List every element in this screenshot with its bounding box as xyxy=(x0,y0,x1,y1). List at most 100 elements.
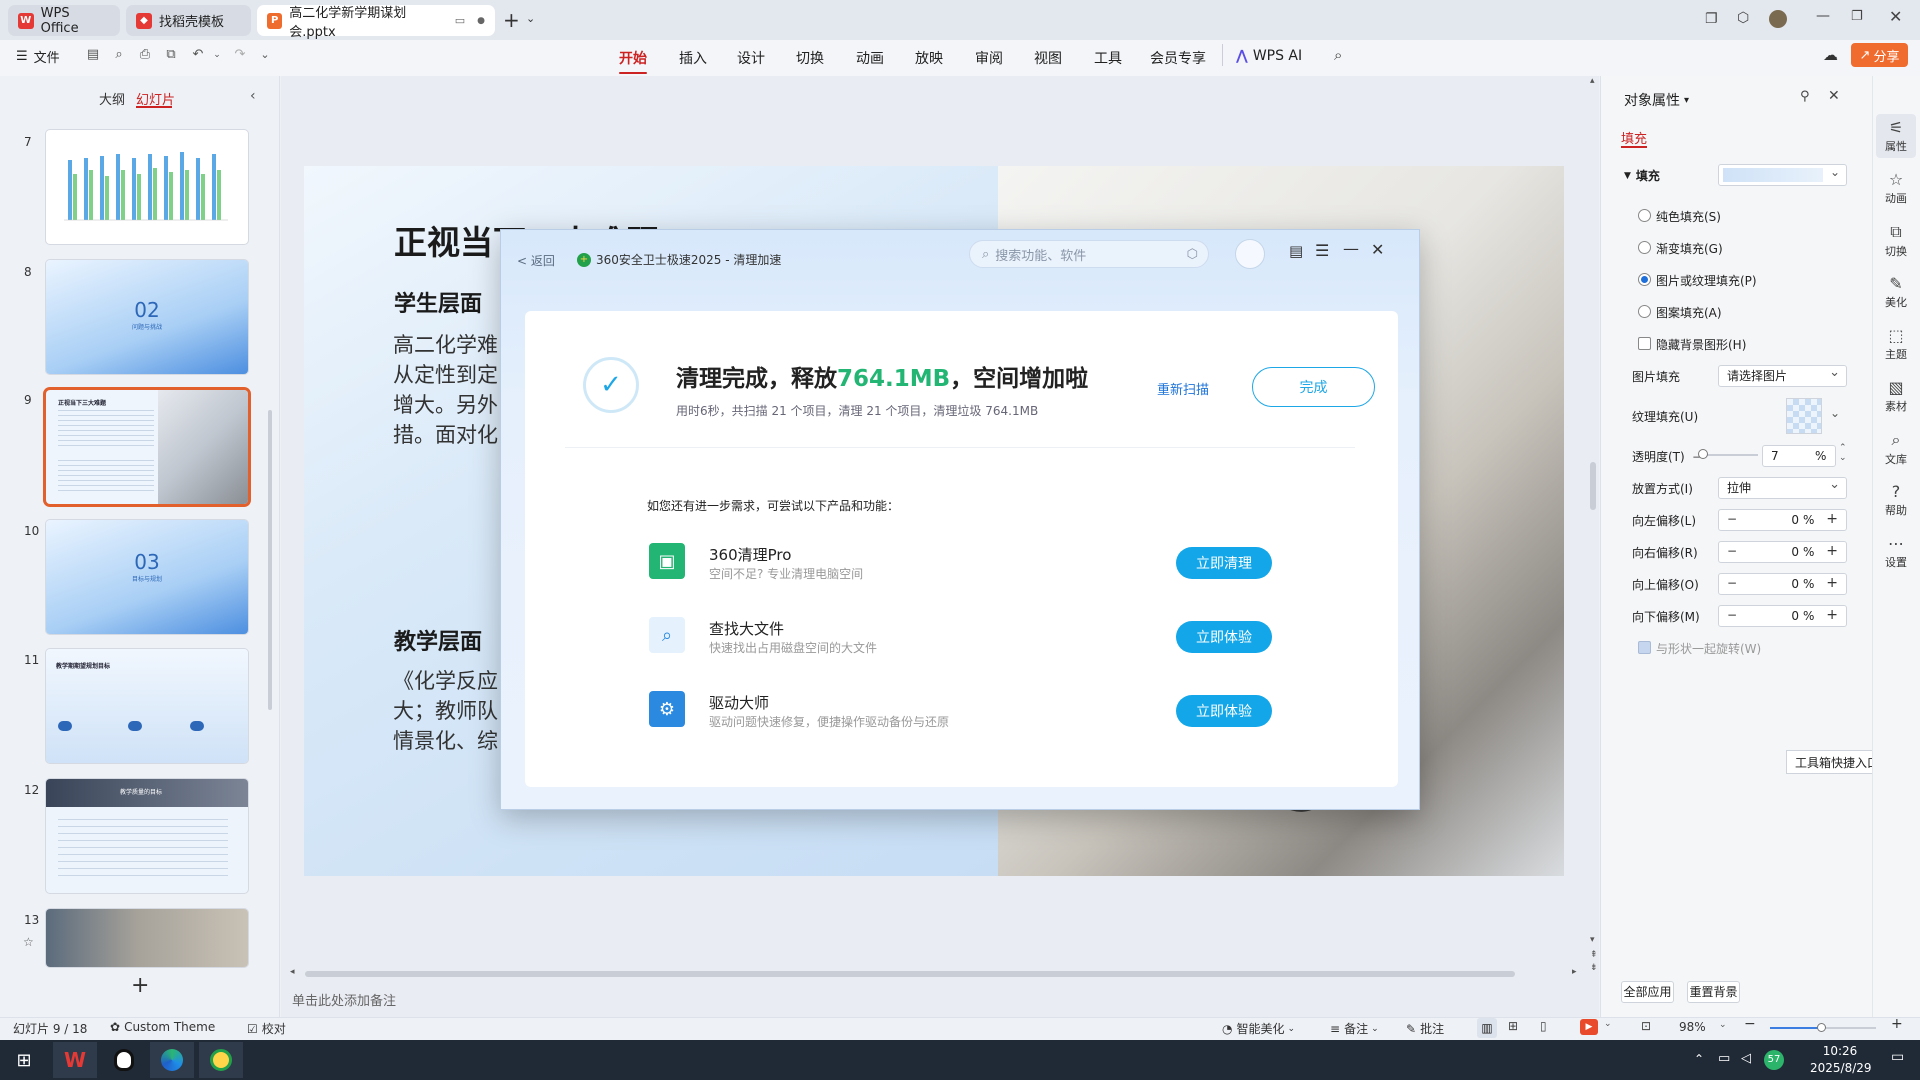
volume-icon[interactable]: ◁ xyxy=(1741,1051,1751,1066)
sidebar-item-settings[interactable]: ⋯ 设置 xyxy=(1872,534,1920,570)
scroll-up-icon[interactable]: ▴ xyxy=(1590,76,1595,86)
slide-heading-teaching[interactable]: 教学层面 xyxy=(394,624,482,656)
radio-solid-fill[interactable] xyxy=(1638,209,1651,222)
tray-expand-icon[interactable]: ⌃ xyxy=(1694,1052,1704,1066)
user-avatar[interactable] xyxy=(1769,10,1787,28)
zoom-out-icon[interactable]: − xyxy=(1744,1016,1756,1032)
smart-beautify-button[interactable]: ◔ 智能美化 ⌄ xyxy=(1222,1020,1295,1037)
cube-icon[interactable]: ⬡ xyxy=(1737,10,1749,26)
add-slide-icon[interactable]: + xyxy=(131,973,149,998)
tab-dropdown-icon[interactable]: ⌄ xyxy=(526,12,535,25)
tab-outline[interactable]: 大纲 xyxy=(99,89,125,108)
sidebar-item-help[interactable]: ? 帮助 xyxy=(1872,482,1920,518)
properties-title[interactable]: 对象属性 ▾ xyxy=(1624,90,1689,110)
search-icon[interactable]: ⌕ xyxy=(1334,46,1342,64)
slide-text-students[interactable]: 高二化学难 从定性到定 增大。另外 措。面对化 xyxy=(393,330,498,450)
menu-review[interactable]: 审阅 xyxy=(975,48,1003,68)
next-slide-icon[interactable]: ⇟ xyxy=(1590,963,1598,973)
close-panel-icon[interactable]: ✕ xyxy=(1828,88,1840,104)
collapse-panel-icon[interactable]: ‹ xyxy=(250,88,256,104)
hide-background-checkbox[interactable] xyxy=(1638,337,1651,350)
normal-view-icon[interactable]: ▥ xyxy=(1477,1018,1497,1038)
minus-icon[interactable]: − xyxy=(1727,544,1737,558)
clock[interactable]: 10:26 2025/8/29 xyxy=(1810,1043,1872,1077)
taskbar-wps-app[interactable]: W xyxy=(53,1042,97,1078)
done-button[interactable]: 完成 xyxy=(1252,367,1375,407)
radio-pattern-fill[interactable] xyxy=(1638,305,1651,318)
dialog-minimize-icon[interactable]: — xyxy=(1343,239,1359,258)
scroll-left-icon[interactable]: ◂ xyxy=(290,967,295,977)
vertical-scrollbar[interactable] xyxy=(1590,462,1596,510)
slide-sorter-icon[interactable]: ⊞ xyxy=(1508,1019,1518,1033)
scroll-right-icon[interactable]: ▸ xyxy=(1572,967,1577,977)
picture-fill-select[interactable]: 请选择图片 xyxy=(1718,363,1847,387)
tab-fill[interactable]: 填充 xyxy=(1621,128,1647,147)
taskbar-360-app[interactable] xyxy=(199,1042,243,1078)
plus-icon[interactable]: + xyxy=(1826,607,1838,623)
notes-button[interactable]: ≡ 备注 ⌄ xyxy=(1330,1020,1379,1037)
slide-heading-students[interactable]: 学生层面 xyxy=(394,286,482,318)
scroll-down-icon[interactable]: ▾ xyxy=(1590,935,1595,945)
search-box-cube-icon[interactable]: ⬡ xyxy=(1187,247,1198,262)
taskbar-edge-app[interactable] xyxy=(150,1042,194,1078)
offset-up-stepper[interactable]: − 0% + xyxy=(1718,573,1847,595)
radio-picture-fill[interactable] xyxy=(1638,273,1651,286)
notification-icon[interactable]: ▭ xyxy=(1891,1049,1904,1065)
minus-icon[interactable]: − xyxy=(1727,608,1737,622)
sidebar-item-properties[interactable]: ⚟ 属性 xyxy=(1872,118,1920,154)
tab-monitor-icon[interactable]: ▭ xyxy=(455,14,465,27)
slide-thumbnail-12[interactable]: 教学质量的目标 xyxy=(46,779,248,893)
dialog-menu-icon[interactable]: ☰ xyxy=(1315,241,1329,260)
reading-view-icon[interactable]: ▯ xyxy=(1540,1019,1547,1033)
menu-slideshow[interactable]: 放映 xyxy=(915,48,943,68)
offset-left-stepper[interactable]: − 0% + xyxy=(1718,509,1847,531)
apply-all-button[interactable]: 全部应用 xyxy=(1621,981,1674,1003)
slide-thumbnail-10[interactable]: 03 目标与规划 xyxy=(46,520,248,634)
menu-tools[interactable]: 工具 xyxy=(1094,48,1122,68)
chevron-down-icon[interactable]: ⌄ xyxy=(1719,1020,1727,1030)
dialog-search-box[interactable]: ⌕ 搜索功能、软件 ⬡ xyxy=(969,240,1209,268)
menu-member[interactable]: 会员专享 xyxy=(1150,48,1206,68)
restore-window-icon[interactable]: ❐ xyxy=(1851,9,1863,24)
zoom-slider-thumb[interactable] xyxy=(1817,1023,1826,1032)
rescan-link[interactable]: 重新扫描 xyxy=(1157,379,1237,399)
menu-home[interactable]: 开始 xyxy=(619,48,647,74)
minimize-window-icon[interactable]: — xyxy=(1816,8,1830,24)
sidebar-item-library[interactable]: ⌕ 文库 xyxy=(1872,430,1920,467)
try-now-button[interactable]: 立即体验 xyxy=(1176,621,1272,653)
try-now-button[interactable]: 立即体验 xyxy=(1176,695,1272,727)
prev-slide-icon[interactable]: ⇞ xyxy=(1590,950,1598,960)
windows-start-icon[interactable]: ⊞ xyxy=(2,1042,46,1078)
play-slideshow-icon[interactable]: ▶ xyxy=(1580,1019,1598,1035)
fit-window-icon[interactable]: ⊡ xyxy=(1641,1019,1651,1033)
minus-icon[interactable]: − xyxy=(1727,512,1737,526)
print-icon[interactable]: ⎙ xyxy=(137,47,153,63)
print-preview-icon[interactable]: ⧉ xyxy=(163,47,179,63)
menu-view[interactable]: 视图 xyxy=(1034,48,1062,68)
undo-icon[interactable]: ↶ xyxy=(190,47,206,63)
chevron-down-icon[interactable]: ⌄ xyxy=(1604,1019,1612,1029)
slide-thumbnail-9[interactable]: 正视当下三大难题 xyxy=(46,390,248,504)
theme-indicator[interactable]: ✿ Custom Theme xyxy=(110,1020,215,1034)
quick-access-dropdown-icon[interactable]: ⌄ xyxy=(257,47,273,63)
minus-icon[interactable]: − xyxy=(1727,576,1737,590)
share-button[interactable]: ↗ 分享 xyxy=(1851,43,1908,67)
back-link[interactable]: < 返回 xyxy=(517,252,555,269)
sidebar-item-beautify[interactable]: ✎ 美化 xyxy=(1872,274,1920,310)
transparency-slider-thumb[interactable] xyxy=(1698,449,1708,459)
tray-360-badge[interactable]: 57 xyxy=(1764,1050,1784,1070)
window-layout-icon[interactable]: ❐ xyxy=(1705,11,1718,27)
fill-preview-dropdown[interactable]: ⌄ xyxy=(1718,164,1847,186)
transparency-slider-track[interactable] xyxy=(1704,454,1758,456)
menu-design[interactable]: 设计 xyxy=(737,48,765,68)
notes-field[interactable]: 单击此处添加备注 xyxy=(292,990,396,1009)
offset-down-stepper[interactable]: − 0% + xyxy=(1718,605,1847,627)
close-window-icon[interactable]: ✕ xyxy=(1889,7,1902,26)
undo-dropdown-icon[interactable]: ⌄ xyxy=(209,47,225,63)
save-icon[interactable]: ▤ xyxy=(85,47,101,63)
dialog-skin-icon[interactable]: ▤ xyxy=(1289,242,1303,260)
transparency-input[interactable]: 7 % xyxy=(1762,445,1836,467)
tab-wps-office[interactable]: W WPS Office xyxy=(8,5,120,36)
format-painter-icon[interactable]: ⌕ xyxy=(111,47,127,63)
menu-insert[interactable]: 插入 xyxy=(679,48,707,68)
